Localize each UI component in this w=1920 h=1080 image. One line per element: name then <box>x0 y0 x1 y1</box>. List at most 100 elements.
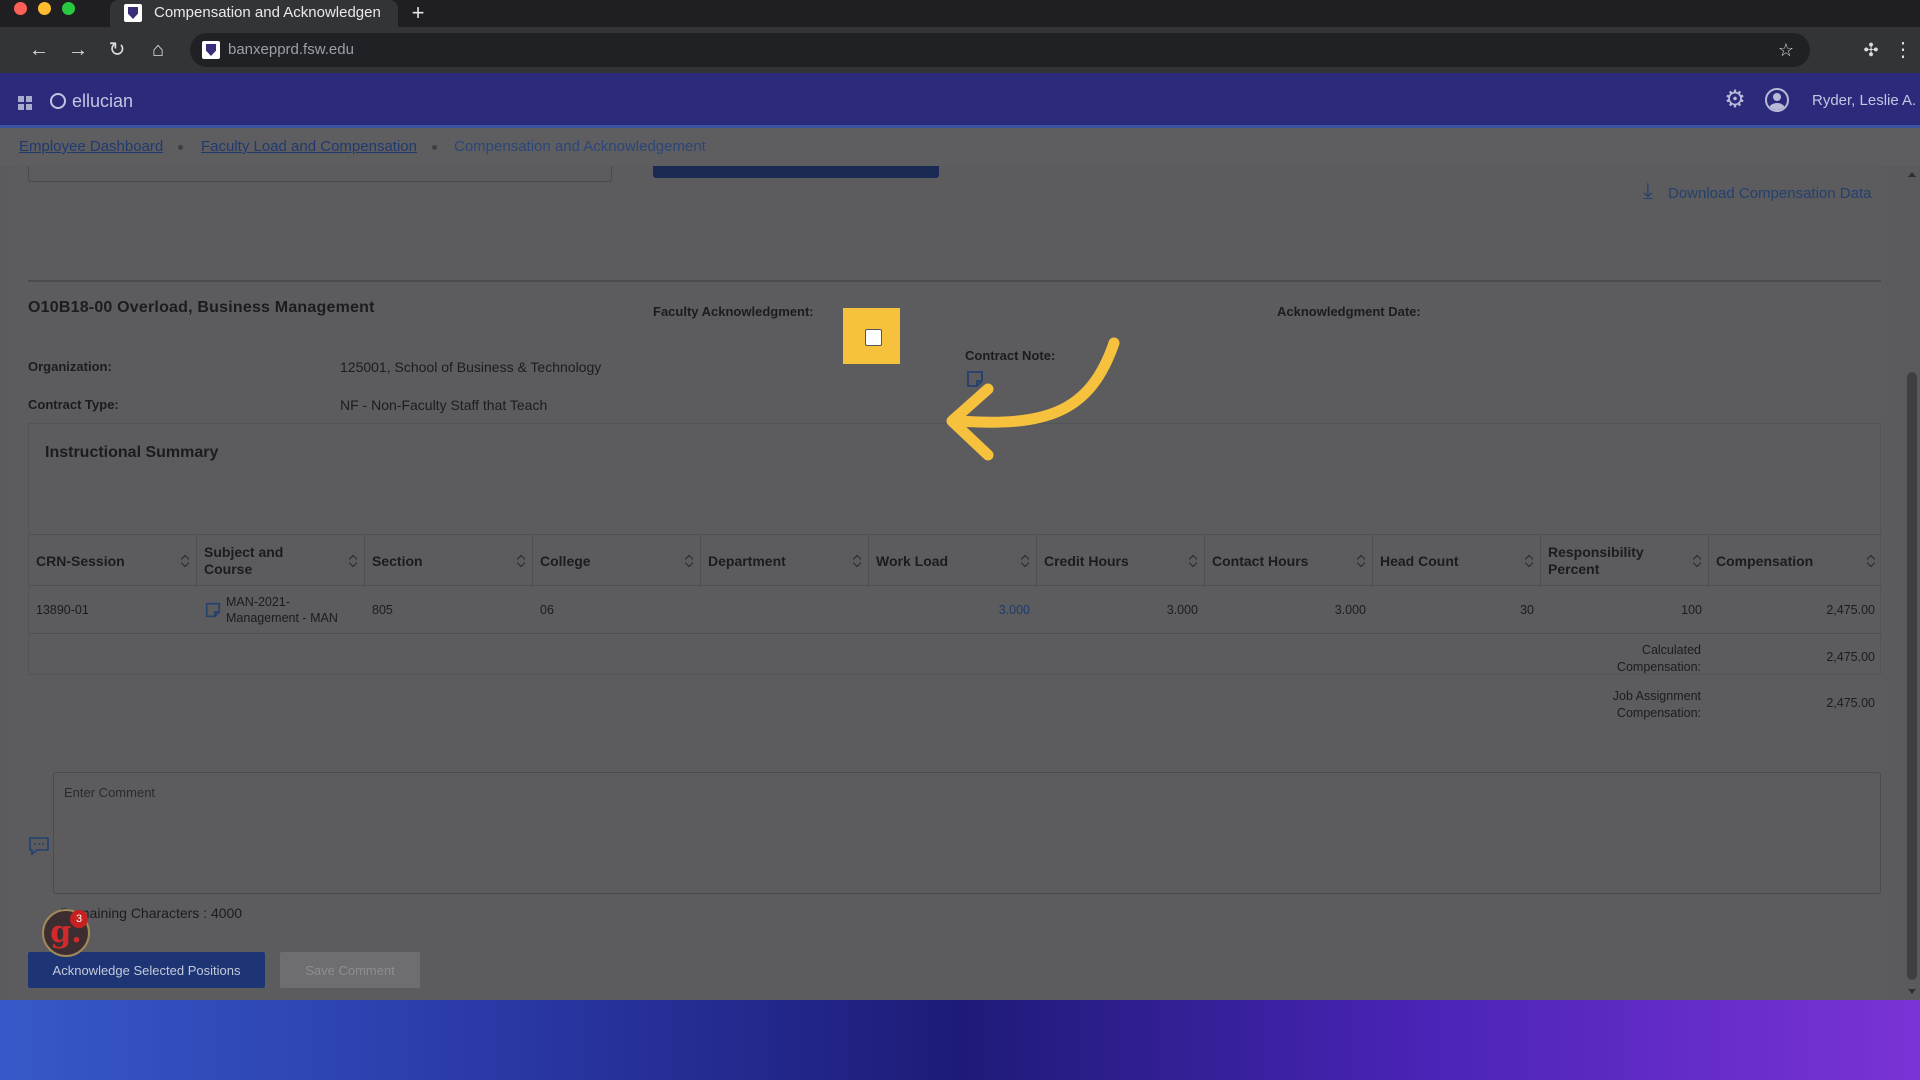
scroll-down-arrow-icon[interactable] <box>1908 989 1916 994</box>
column-header-compensation[interactable]: Compensation <box>1709 535 1882 587</box>
browser-menu-icon[interactable]: ⋮ <box>1893 37 1913 63</box>
faculty-acknowledgment-checkbox[interactable] <box>865 329 882 346</box>
page-scrollbar[interactable] <box>1904 166 1920 1000</box>
browser-tab[interactable]: Compensation and Acknowledgen <box>110 0 398 27</box>
course-note-icon[interactable] <box>204 601 222 619</box>
cell-college: 06 <box>540 603 554 617</box>
course-text: MAN-2021-Management - MAN <box>226 595 338 625</box>
sort-icon[interactable] <box>1357 554 1365 568</box>
comment-input[interactable] <box>53 772 1881 894</box>
cell-head-count: 30 <box>1520 603 1534 617</box>
job-assignment-compensation-value: 2,475.00 <box>1826 696 1875 710</box>
sort-icon[interactable] <box>1021 554 1029 568</box>
settings-gear-icon[interactable]: ⚙ <box>1722 87 1748 113</box>
user-name[interactable]: Ryder, Leslie A. <box>1812 91 1916 111</box>
column-header-head-count[interactable]: Head Count <box>1373 535 1541 587</box>
section-divider <box>28 280 1881 282</box>
logo-text: ellucian <box>72 91 134 111</box>
cell-section: 805 <box>372 603 393 617</box>
calculated-compensation-label: Calculated Compensation: <box>1616 643 1701 674</box>
scroll-thumb[interactable] <box>1907 372 1917 980</box>
breadcrumb-faculty-load[interactable]: Faculty Load and Compensation <box>201 128 417 166</box>
bookmark-star-icon[interactable]: ☆ <box>1778 33 1794 67</box>
summary-title: Instructional Summary <box>45 444 219 461</box>
faculty-acknowledgment-label: Faculty Acknowledgment: <box>653 304 814 319</box>
url-text: banxepprd.fsw.edu <box>228 41 354 58</box>
comment-bubble-icon <box>28 836 50 856</box>
save-comment-button[interactable]: Save Comment <box>280 952 420 988</box>
reload-icon[interactable]: ↻ <box>104 37 130 63</box>
calculated-compensation-value: 2,475.00 <box>1826 650 1875 664</box>
site-favicon-icon <box>124 4 142 22</box>
site-favicon-icon <box>202 41 220 59</box>
sort-icon[interactable] <box>349 554 357 568</box>
tab-title: Compensation and Acknowledgen <box>154 4 381 21</box>
organization-label: Organization: <box>28 359 112 374</box>
column-header-credit-hours[interactable]: Credit Hours <box>1037 535 1205 587</box>
sort-icon[interactable] <box>1867 554 1875 568</box>
column-header-section[interactable]: Section <box>365 535 533 587</box>
table-header: CRN-Session Subject and Course Section C… <box>29 534 1882 587</box>
search-field-remnant[interactable] <box>28 166 612 182</box>
sort-icon[interactable] <box>1693 554 1701 568</box>
table-row: 13890-01 MAN-2021-Management - MAN 805 0… <box>29 586 1882 634</box>
column-header-contact-hours[interactable]: Contact Hours <box>1205 535 1373 587</box>
user-avatar-icon[interactable] <box>1765 88 1789 112</box>
browser-tab-strip: Compensation and Acknowledgen + <box>0 0 1920 27</box>
job-assignment-compensation-label: Job Assignment Compensation: <box>1612 689 1701 720</box>
back-arrow-icon[interactable]: ← <box>26 37 52 63</box>
sort-icon[interactable] <box>685 554 693 568</box>
sort-icon[interactable] <box>517 554 525 568</box>
column-header-subject[interactable]: Subject and Course <box>197 535 365 587</box>
column-header-work-load[interactable]: Work Load <box>869 535 1037 587</box>
breadcrumb-current: Compensation and Acknowledgement <box>454 138 706 155</box>
breadcrumb: Employee Dashboard Faculty Load and Comp… <box>0 128 1920 166</box>
acknowledge-selected-positions-button[interactable]: Acknowledge Selected Positions <box>28 952 265 988</box>
sort-icon[interactable] <box>181 554 189 568</box>
acknowledgment-date-label: Acknowledgment Date: <box>1277 304 1421 319</box>
page-content-area: Employee Dashboard Faculty Load and Comp… <box>0 128 1920 1000</box>
column-header-college[interactable]: College <box>533 535 701 587</box>
column-header-crn[interactable]: CRN-Session <box>29 535 197 587</box>
ellucian-logo: ellucian <box>50 90 133 112</box>
breadcrumb-separator <box>178 145 183 150</box>
sort-icon[interactable] <box>853 554 861 568</box>
ellucian-mark-icon <box>50 93 66 109</box>
position-title: O10B18-00 Overload, Business Management <box>28 299 375 316</box>
primary-action-remnant[interactable] <box>653 166 939 178</box>
home-icon[interactable]: ⌂ <box>145 37 171 63</box>
forward-arrow-icon[interactable]: → <box>65 37 91 63</box>
new-tab-button[interactable]: + <box>406 0 430 27</box>
column-header-department[interactable]: Department <box>701 535 869 587</box>
organization-value: 125001, School of Business & Technology <box>340 359 602 375</box>
annotation-arrow <box>946 337 1120 461</box>
download-compensation-link[interactable]: Download Compensation Data <box>1642 178 1872 204</box>
cell-compensation: 2,475.00 <box>1826 603 1875 617</box>
app-header: ellucian ⚙ Ryder, Leslie A. <box>0 73 1920 128</box>
cell-responsibility: 100 <box>1681 603 1702 617</box>
breadcrumb-employee-dashboard[interactable]: Employee Dashboard <box>19 128 163 166</box>
cell-contact-hours: 3.000 <box>1334 603 1366 617</box>
cell-work-load-link[interactable]: 3.000 <box>869 586 1037 634</box>
sort-icon[interactable] <box>1525 554 1533 568</box>
download-icon <box>1642 178 1664 204</box>
minimize-window-button[interactable] <box>38 2 51 15</box>
zoom-window-button[interactable] <box>62 2 75 15</box>
contract-type-value: NF - Non-Faculty Staff that Teach <box>340 397 548 413</box>
guide-notification-count: 3 <box>70 910 88 928</box>
desktop-background <box>0 1000 1920 1080</box>
download-label: Download Compensation Data <box>1668 185 1872 202</box>
main-content: Download Compensation Data O10B18-00 Ove… <box>14 166 1882 1000</box>
contract-type-label: Contract Type: <box>28 397 119 412</box>
app-grid-icon[interactable] <box>18 96 32 110</box>
cell-subject-course: MAN-2021-Management - MAN <box>197 586 365 634</box>
breadcrumb-separator <box>432 145 437 150</box>
cell-credit-hours: 3.000 <box>1166 603 1198 617</box>
cell-crn: 13890-01 <box>36 603 89 617</box>
sort-icon[interactable] <box>1189 554 1197 568</box>
column-header-responsibility[interactable]: Responsibility Percent <box>1541 535 1709 587</box>
scroll-up-arrow-icon[interactable] <box>1908 172 1916 177</box>
extensions-puzzle-icon[interactable]: ✣ <box>1858 37 1884 63</box>
address-bar[interactable]: banxepprd.fsw.edu ☆ <box>190 33 1810 67</box>
close-window-button[interactable] <box>14 2 27 15</box>
